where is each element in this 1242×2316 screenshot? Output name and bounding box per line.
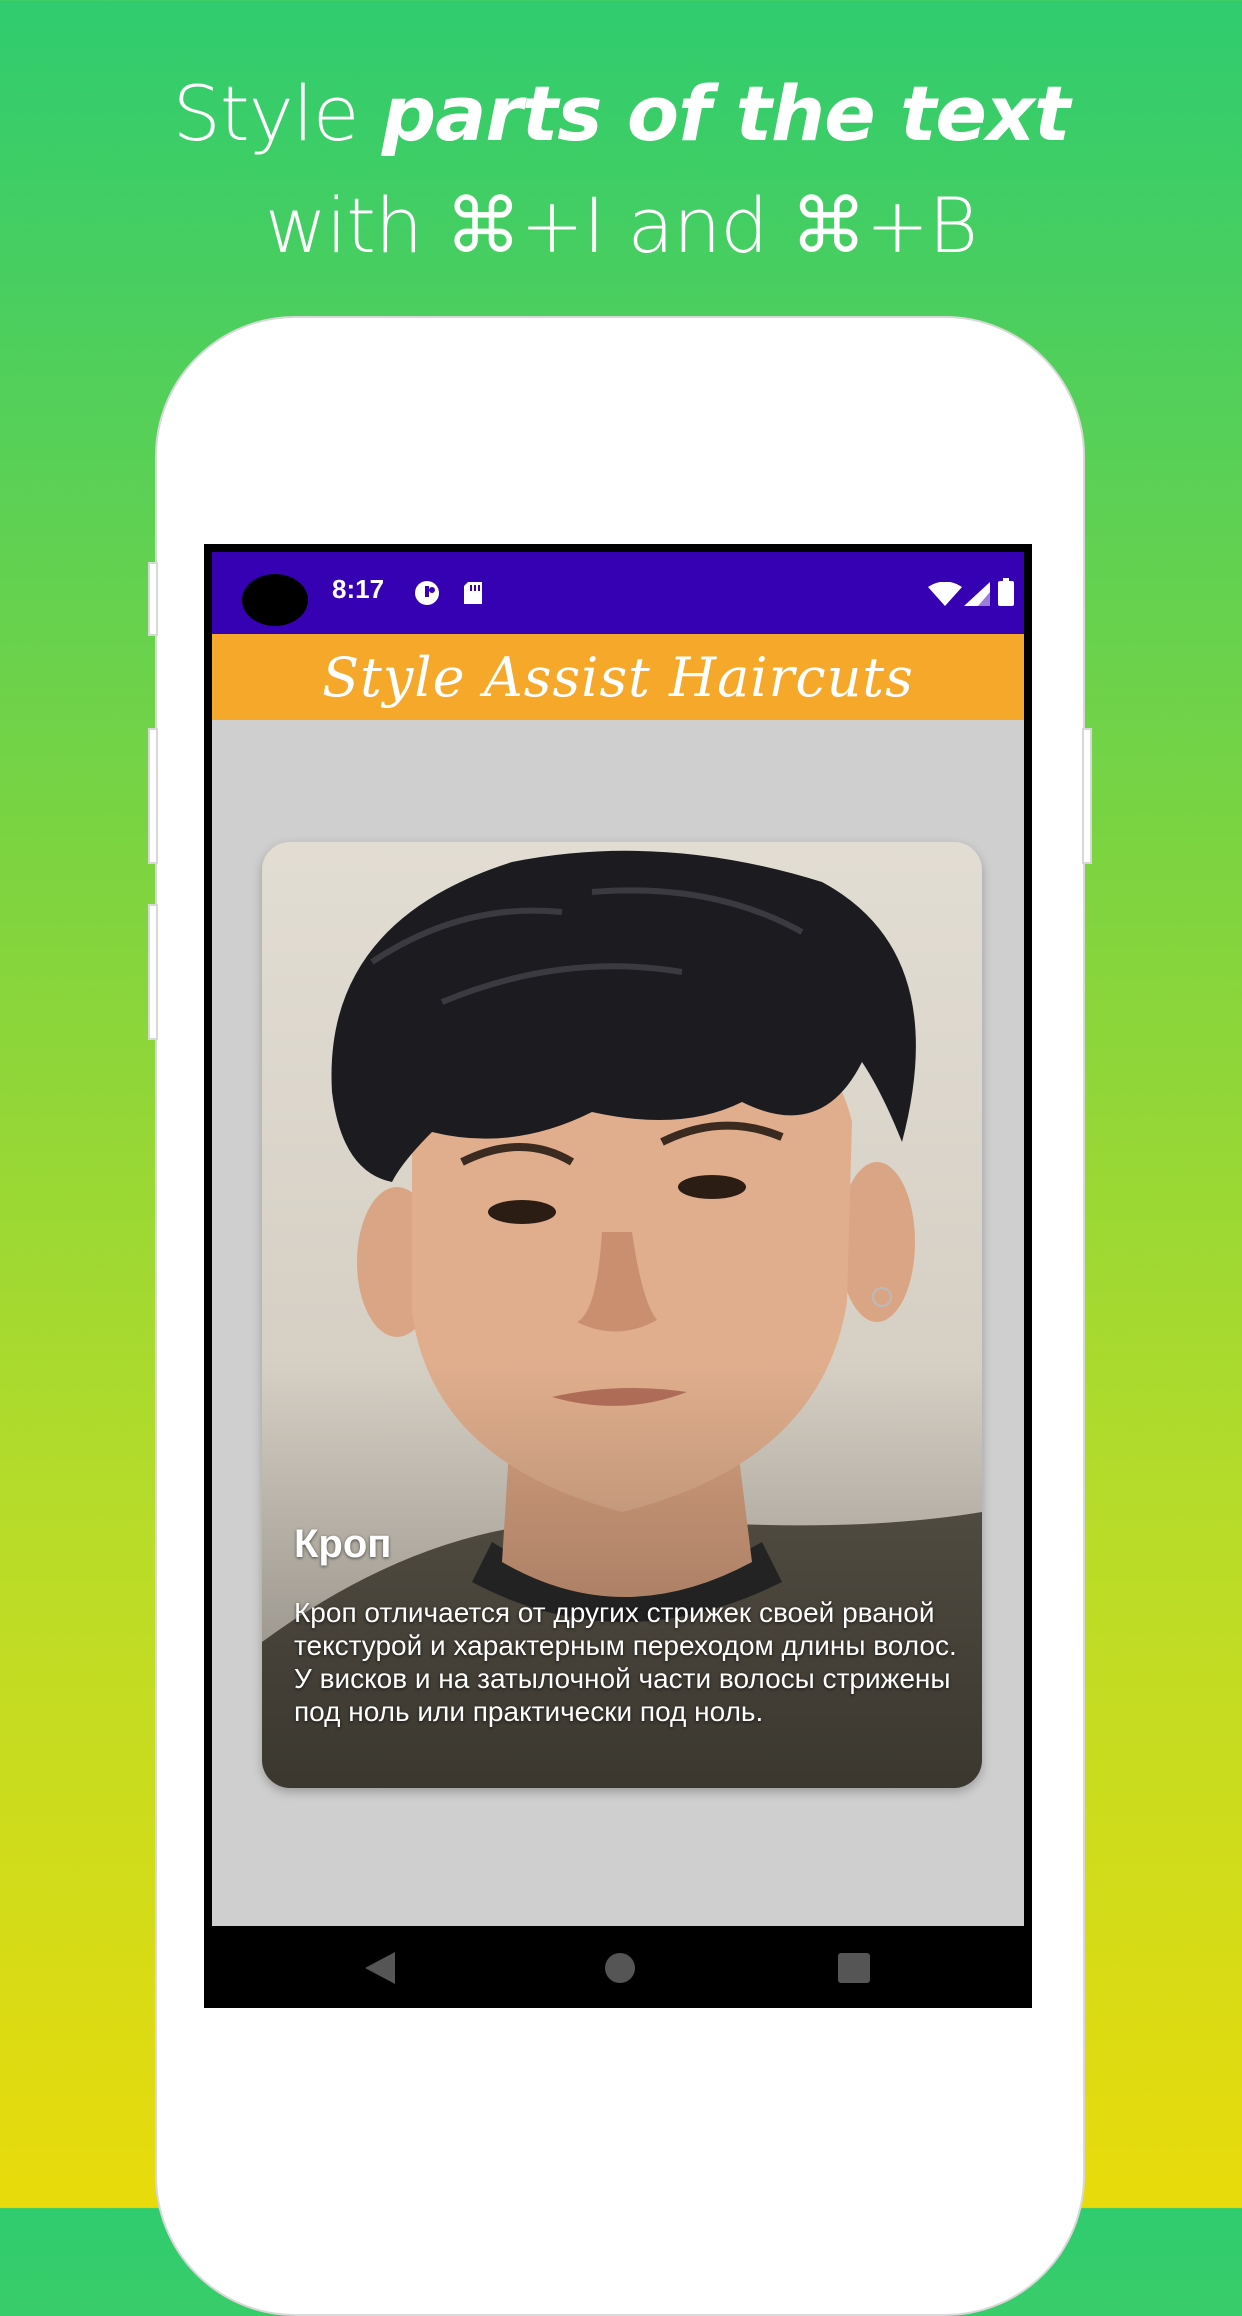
signal-icon <box>964 582 990 611</box>
status-time: 8:17 <box>332 574 385 604</box>
recents-icon[interactable] <box>834 1948 874 1988</box>
haircut-title: Кроп <box>294 1522 392 1566</box>
phone-side-button-3 <box>148 904 158 1040</box>
phone-side-button-1 <box>148 562 158 636</box>
back-icon[interactable] <box>360 1948 400 1988</box>
phone-side-button-4 <box>1082 728 1092 864</box>
headline-plain: Style <box>172 69 382 158</box>
headline-line-1: Style parts of the text <box>0 58 1242 170</box>
camera-hole <box>242 574 308 626</box>
circle-status-icon <box>414 580 444 611</box>
headline-line-2: with ⌘+I and ⌘+B <box>264 181 978 270</box>
battery-icon <box>998 578 1014 611</box>
status-bar: 8:17 <box>212 552 1024 634</box>
headline-emphasis: parts of the text <box>381 69 1071 158</box>
app-bar: Style Assist Haircuts <box>212 634 1024 720</box>
wifi-icon <box>928 581 962 611</box>
app-title: Style Assist Haircuts <box>322 645 914 709</box>
haircut-description: Кроп отличается от других стрижек своей … <box>294 1597 957 1727</box>
content-area: Кроп Кроп отличается от других стрижек с… <box>212 720 1024 1926</box>
haircut-card[interactable]: Кроп Кроп отличается от других стрижек с… <box>262 842 982 1788</box>
home-icon[interactable] <box>600 1948 640 1988</box>
phone-screen: 8:17 Style Assist Haircuts Кроп Кроп отл… <box>204 544 1032 2008</box>
headline: Style parts of the text with ⌘+I and ⌘+B <box>0 58 1242 282</box>
navigation-bar <box>204 1926 1032 2008</box>
sd-card-icon <box>462 580 484 611</box>
phone-side-button-2 <box>148 728 158 864</box>
